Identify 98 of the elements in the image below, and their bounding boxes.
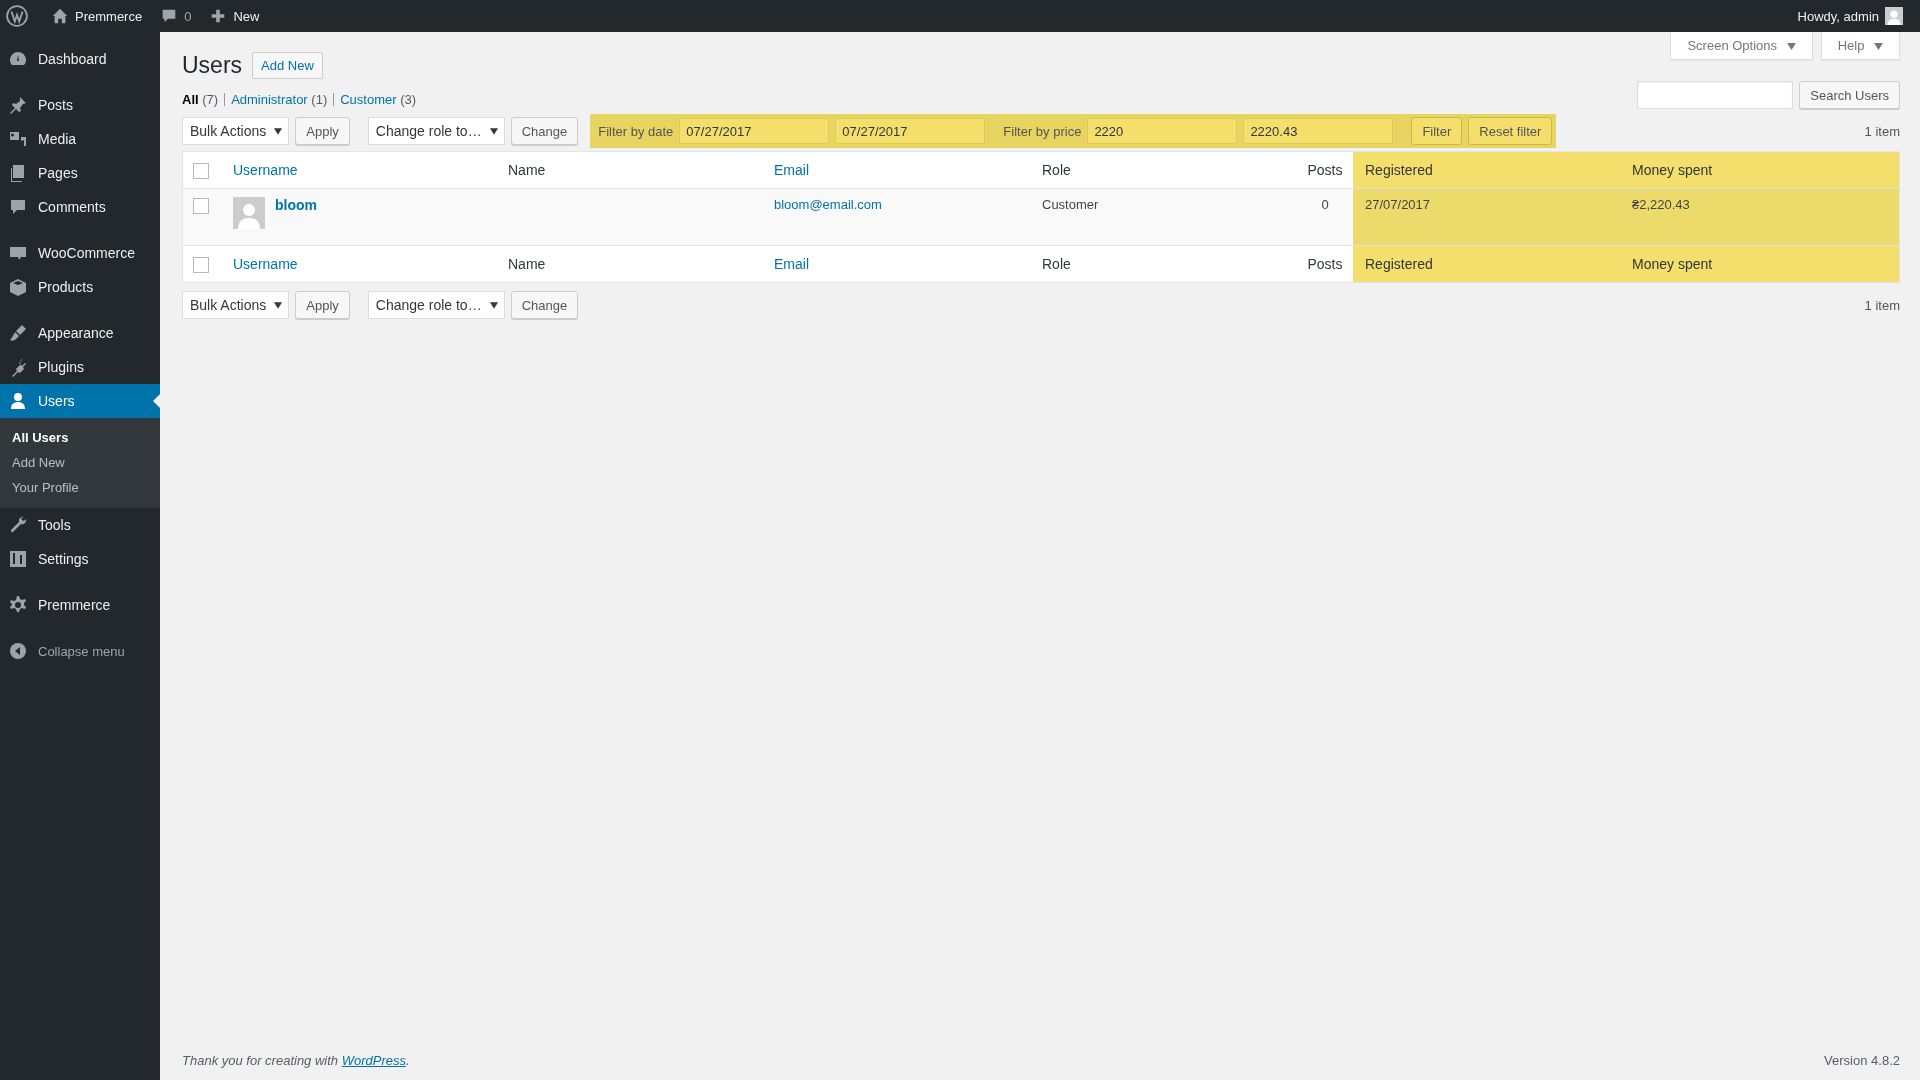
change-role-select[interactable]: Change role to… [367,291,505,319]
menu-icon [8,595,28,615]
table-cell: ₴2,220.43 [1632,197,1690,212]
caret-icon [274,127,283,135]
change-button[interactable]: Change [510,291,579,319]
comments-count: 0 [184,8,192,24]
site-name: Premmerce [75,8,143,24]
menu-item[interactable]: Media [0,122,160,156]
select-all-checkbox[interactable] [193,256,209,273]
footer-credit: Thank you for creating with WordPress. [182,1053,410,1068]
add-new-button[interactable]: Add New [252,52,323,79]
view-filter-link[interactable]: Customer (3) [340,92,417,107]
menu-item[interactable]: WooCommerce [0,236,160,270]
column-header: Registered [1365,162,1433,178]
filter-date-label: Filter by date [598,123,674,139]
view-filter-link[interactable]: Administrator (1) [231,92,328,107]
column-header: Money spent [1632,256,1713,272]
greeting: Howdy, admin [1797,8,1879,24]
table-cell: Customer [1042,197,1099,212]
account-link[interactable]: Howdy, admin [1788,0,1912,32]
page-title: Users [182,52,243,79]
date-from-field[interactable]: 07/27/2017 [679,118,830,144]
site-name-link[interactable]: Premmerce [42,0,152,32]
menu-item[interactable]: Comments [0,190,160,224]
submenu-item[interactable]: All Users [0,425,160,450]
new-label: New [233,8,260,24]
home-icon [51,7,69,25]
menu-item[interactable]: Dashboard [0,42,160,76]
caret-icon [1874,43,1883,50]
date-to-field[interactable]: 07/27/2017 [835,118,986,144]
change-button[interactable]: Change [510,117,579,145]
collapse-icon [8,641,28,661]
menu-icon [8,323,28,343]
column-header: Role [1042,256,1071,272]
column-header: Name [508,162,546,178]
avatar-icon [1885,7,1903,25]
column-header: Role [1042,162,1071,178]
wordpress-link[interactable]: WordPress [341,1053,406,1068]
menu-item[interactable]: Premmerce [0,588,160,622]
column-header: Posts [1307,256,1343,272]
column-header: Name [508,256,546,272]
caret-icon [1786,43,1796,50]
bulk-actions-select[interactable]: Bulk Actions [182,117,290,145]
screen-options-button[interactable]: Screen Options [1670,32,1813,60]
menu-item[interactable]: Plugins [0,350,160,384]
avatar-icon [233,197,265,229]
bulk-actions-select[interactable]: Bulk Actions [182,291,290,319]
select-all-checkbox[interactable] [193,162,209,179]
table-cell: 27/07/2017 [1365,197,1431,212]
item-count: 1 item [1864,297,1900,313]
caret-icon [274,301,283,309]
search-users-button[interactable]: Search Users [1799,81,1900,109]
username-link[interactable]: bloom [275,197,317,213]
column-header[interactable]: Username [233,256,298,272]
price-from-field[interactable]: 2220 [1087,118,1238,144]
help-button[interactable]: Help [1820,32,1900,60]
wordpress-logo-icon[interactable] [6,5,28,27]
view-filter-link[interactable]: All (7) [182,92,219,107]
menu-icon [8,515,28,535]
apply-button[interactable]: Apply [295,117,350,145]
menu-icon [8,129,28,149]
submenu-item[interactable]: Your Profile [0,475,160,500]
new-link[interactable]: New [200,0,269,32]
price-to-field[interactable]: 2220.43 [1243,118,1394,144]
menu-icon [8,277,28,297]
caret-icon [489,127,498,135]
menu-icon [8,197,28,217]
change-role-select[interactable]: Change role to… [367,117,505,145]
menu-item[interactable]: Products [0,270,160,304]
table-cell: 0 [1321,197,1329,212]
column-header: Registered [1365,256,1433,272]
menu-item[interactable]: Users [0,384,160,418]
email-link[interactable]: bloom@email.com [774,197,882,212]
collapse-menu-button[interactable]: Collapse menu [0,634,160,668]
reset-filter-button[interactable]: Reset filter [1468,117,1553,145]
caret-icon [489,301,498,309]
column-header: Money spent [1632,162,1713,178]
item-count: 1 item [1864,123,1900,139]
menu-icon [8,391,28,411]
filter-button[interactable]: Filter [1411,117,1463,145]
menu-item[interactable]: Settings [0,542,160,576]
menu-item[interactable]: Tools [0,508,160,542]
apply-button[interactable]: Apply [295,291,350,319]
submenu-item[interactable]: Add New [0,450,160,475]
version-label: Version 4.8.2 [1824,1053,1900,1068]
search-field[interactable] [1637,81,1794,109]
menu-item[interactable]: Posts [0,88,160,122]
row-checkbox[interactable] [193,197,209,214]
comments-link[interactable]: 0 [151,0,201,32]
menu-item[interactable]: Appearance [0,316,160,350]
menu-icon [8,549,28,569]
column-header[interactable]: Email [774,256,809,272]
column-header[interactable]: Username [233,162,298,178]
column-header: Posts [1307,162,1343,178]
column-header[interactable]: Email [774,162,809,178]
filter-price-label: Filter by price [1003,123,1082,139]
menu-icon [8,95,28,115]
menu-item[interactable]: Pages [0,156,160,190]
